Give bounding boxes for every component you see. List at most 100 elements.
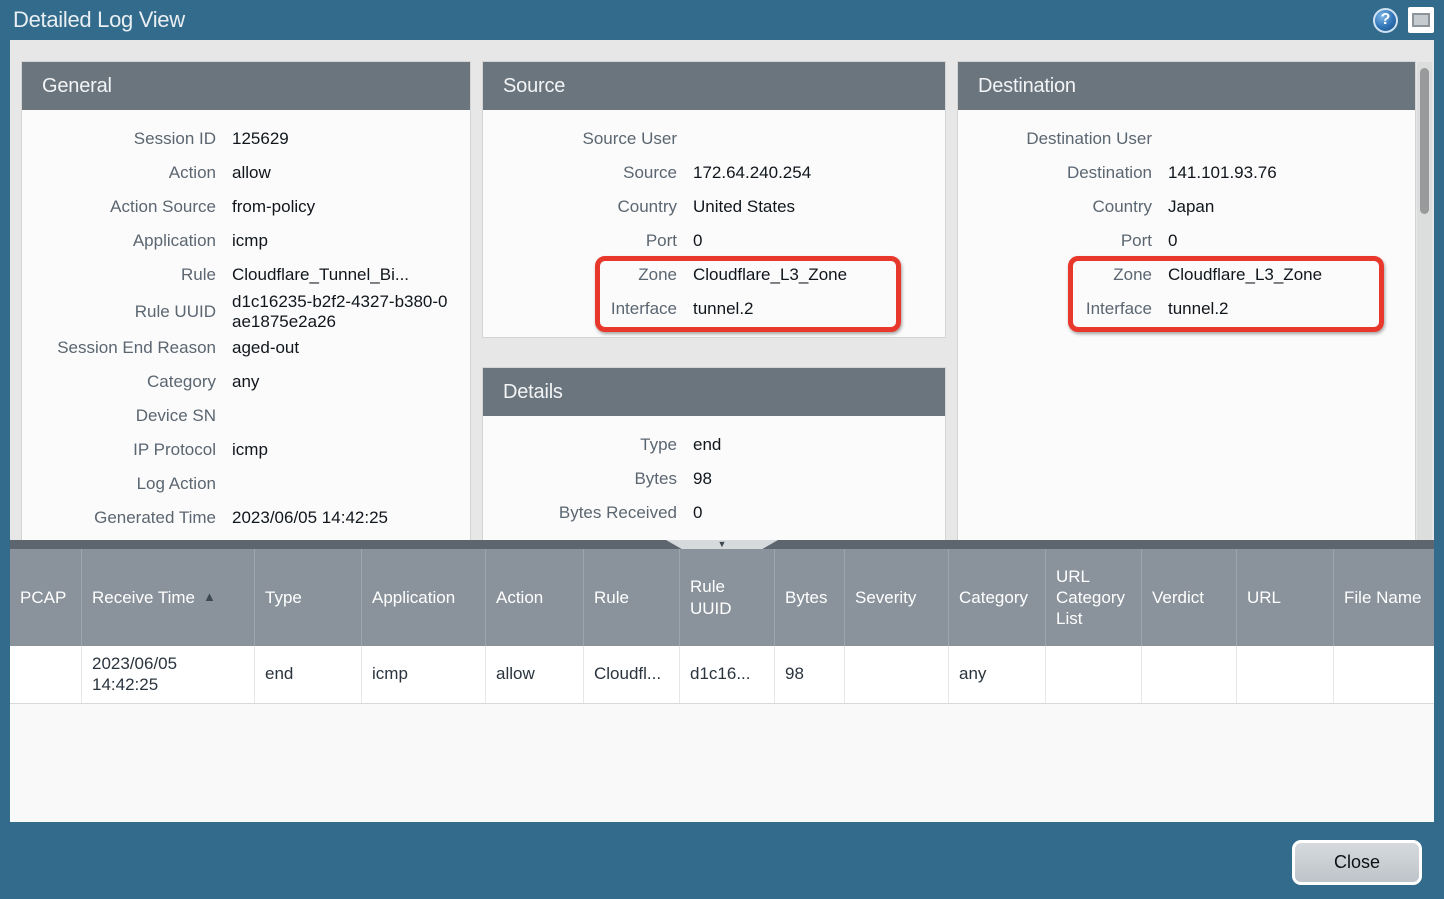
field-action-source: Action Sourcefrom-policy <box>22 190 470 224</box>
field-label: IP Protocol <box>22 440 232 460</box>
close-button[interactable]: Close <box>1292 840 1422 885</box>
column-header-verdict[interactable]: Verdict <box>1142 549 1237 646</box>
field-value: 98 <box>693 469 945 489</box>
field-label: Port <box>958 231 1168 251</box>
column-header-file-name[interactable]: File Name <box>1334 549 1434 646</box>
column-label: Rule <box>594 587 629 608</box>
column-header-receive-time[interactable]: Receive Time▲ <box>82 549 255 646</box>
cell-receive-time: 2023/06/05 14:42:25 <box>82 646 255 703</box>
cell-rule-uuid: d1c16... <box>680 646 775 703</box>
column-label: Application <box>372 587 455 608</box>
field-value: d1c16235-b2f2-4327-b380-0ae1875e2a26 <box>232 292 470 331</box>
splitter-collapse-handle[interactable]: ▼ <box>666 540 778 549</box>
field-label: Bytes <box>483 469 693 489</box>
window-restore-icon[interactable] <box>1408 7 1434 33</box>
details-panel-header: Details <box>483 368 945 416</box>
field-label: Country <box>958 197 1168 217</box>
cell-application: icmp <box>362 646 486 703</box>
field-destination-zone: ZoneCloudflare_L3_Zone <box>958 258 1415 292</box>
field-value: United States <box>693 197 945 217</box>
column-header-application[interactable]: Application <box>362 549 486 646</box>
field-value: icmp <box>232 440 470 460</box>
titlebar-icons: ? <box>1373 7 1434 33</box>
field-destination-interface: Interfacetunnel.2 <box>958 292 1415 326</box>
field-value: Cloudflare_Tunnel_Bi... <box>232 265 470 285</box>
column-label: Rule UUID <box>690 576 764 619</box>
field-label: Device SN <box>22 406 232 426</box>
field-destination: Destination141.101.93.76 <box>958 156 1415 190</box>
field-log-action: Log Action <box>22 467 470 501</box>
field-label: Category <box>22 372 232 392</box>
help-icon[interactable]: ? <box>1373 8 1398 33</box>
field-source-zone: ZoneCloudflare_L3_Zone <box>483 258 945 292</box>
general-panel: General Session ID125629 Actionallow Act… <box>22 62 470 540</box>
field-label: Bytes Received <box>483 503 693 523</box>
cell-action: allow <box>486 646 584 703</box>
field-value: 0 <box>693 231 945 251</box>
field-value: tunnel.2 <box>1168 299 1415 319</box>
field-value: allow <box>232 163 470 183</box>
field-label: Rule UUID <box>22 302 232 322</box>
field-value: 2023/06/05 14:42:25 <box>232 508 470 528</box>
cell-type: end <box>255 646 362 703</box>
column-header-pcap[interactable]: PCAP <box>10 549 82 646</box>
column-header-rule[interactable]: Rule <box>584 549 680 646</box>
detail-scrollbar-thumb[interactable] <box>1420 68 1429 214</box>
column-header-rule-uuid[interactable]: Rule UUID <box>680 549 775 646</box>
field-ip-protocol: IP Protocolicmp <box>22 433 470 467</box>
source-panel-header: Source <box>483 62 945 110</box>
field-session-end-reason: Session End Reasonaged-out <box>22 331 470 365</box>
column-label: Verdict <box>1152 587 1204 608</box>
details-panel: Details Typeend Bytes98 Bytes Received0 <box>483 368 945 540</box>
dialog-footer: Close <box>0 822 1444 899</box>
column-header-type[interactable]: Type <box>255 549 362 646</box>
column-header-url-category-list[interactable]: URL Category List <box>1046 549 1142 646</box>
field-label: Type <box>483 435 693 455</box>
column-header-url[interactable]: URL <box>1237 549 1334 646</box>
field-label: Log Action <box>22 474 232 494</box>
cell-severity <box>845 646 949 703</box>
table-row[interactable]: 2023/06/05 14:42:25 end icmp allow Cloud… <box>10 646 1434 704</box>
field-label: Destination User <box>958 129 1168 149</box>
field-value: icmp <box>232 231 470 251</box>
detail-scrollbar-track[interactable] <box>1417 62 1432 540</box>
field-label: Source <box>483 163 693 183</box>
dialog-title: Detailed Log View <box>13 7 185 33</box>
field-label: Generated Time <box>22 508 232 528</box>
column-header-category[interactable]: Category <box>949 549 1046 646</box>
field-value: 0 <box>693 503 945 523</box>
field-label: Action <box>22 163 232 183</box>
column-header-action[interactable]: Action <box>486 549 584 646</box>
source-panel: Source Source User Source172.64.240.254 … <box>483 62 945 337</box>
column-header-severity[interactable]: Severity <box>845 549 949 646</box>
field-value: 0 <box>1168 231 1415 251</box>
field-value: 141.101.93.76 <box>1168 163 1415 183</box>
field-value: Cloudflare_L3_Zone <box>1168 265 1415 285</box>
detail-panels-area: General Session ID125629 Actionallow Act… <box>10 40 1434 540</box>
field-label: Zone <box>483 265 693 285</box>
column-header-bytes[interactable]: Bytes <box>775 549 845 646</box>
field-value: tunnel.2 <box>693 299 945 319</box>
field-category: Categoryany <box>22 365 470 399</box>
field-type: Typeend <box>483 428 945 462</box>
destination-panel-header: Destination <box>958 62 1415 110</box>
field-value: Japan <box>1168 197 1415 217</box>
field-session-id: Session ID125629 <box>22 122 470 156</box>
field-label: Action Source <box>22 197 232 217</box>
field-label: Zone <box>958 265 1168 285</box>
field-destination-user: Destination User <box>958 122 1415 156</box>
field-label: Application <box>22 231 232 251</box>
field-source: Source172.64.240.254 <box>483 156 945 190</box>
column-label: Type <box>265 587 302 608</box>
field-source-country: CountryUnited States <box>483 190 945 224</box>
field-destination-port: Port0 <box>958 224 1415 258</box>
column-label: Bytes <box>785 587 828 608</box>
field-value: aged-out <box>232 338 470 358</box>
general-panel-body: Session ID125629 Actionallow Action Sour… <box>22 110 470 540</box>
field-generated-time: Generated Time2023/06/05 14:42:25 <box>22 501 470 535</box>
column-label: File Name <box>1344 587 1421 608</box>
log-table: PCAP Receive Time▲ Type Application Acti… <box>10 549 1434 704</box>
panel-table-splitter[interactable]: ▼ <box>10 540 1434 549</box>
field-bytes-received: Bytes Received0 <box>483 496 945 530</box>
sort-ascending-icon: ▲ <box>203 589 216 605</box>
